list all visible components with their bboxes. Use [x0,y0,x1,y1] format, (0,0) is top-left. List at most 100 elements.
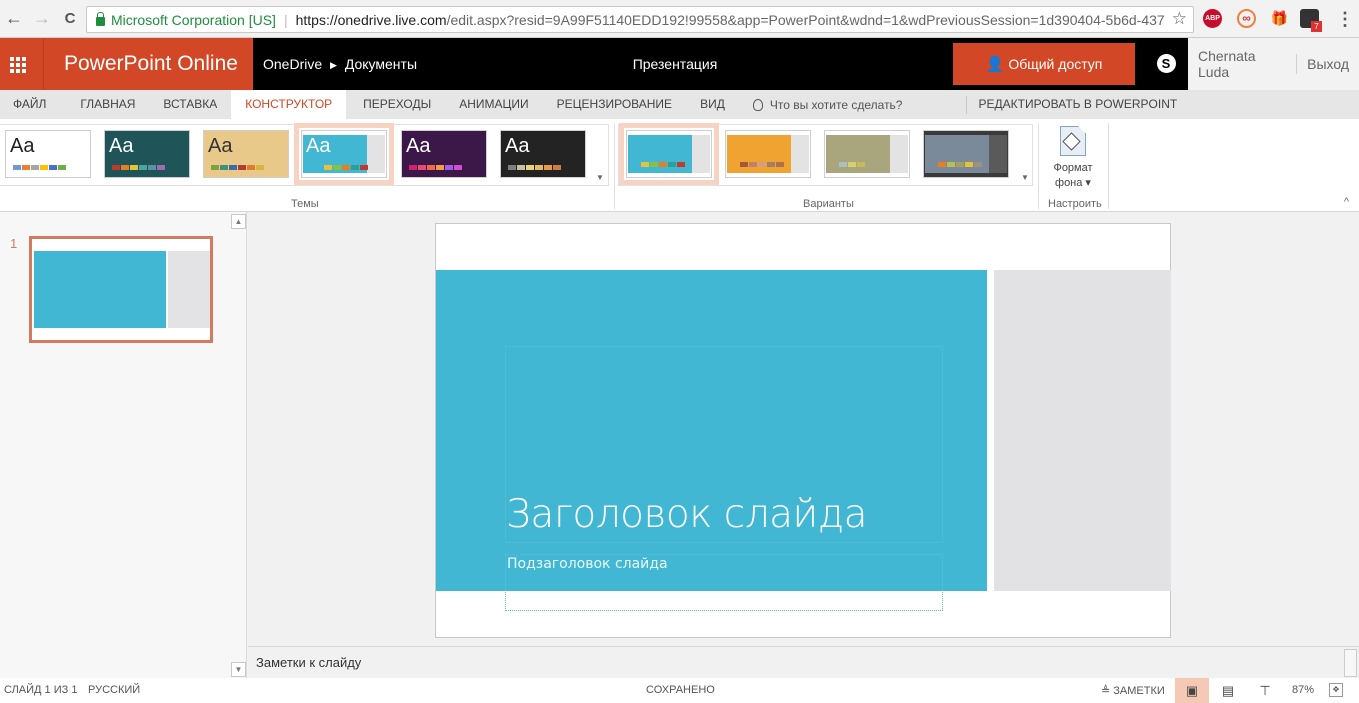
color-swatch [418,165,426,170]
document-title[interactable]: Презентация [560,38,790,90]
format-background-icon [1060,126,1086,156]
browser-menu-icon[interactable]: ⋮ [1336,9,1354,30]
slide-subtitle[interactable]: Подзаголовок слайда [507,556,668,572]
color-swatch [776,162,784,167]
color-swatch [938,162,946,167]
theme-thumbnail[interactable]: Aa [5,130,91,178]
color-swatch [508,165,516,170]
theme-thumbnail[interactable]: Aa [104,130,190,178]
color-swatch [139,165,147,170]
share-button[interactable]: 👤 Общий доступ [953,43,1135,85]
address-separator: | [283,11,288,28]
bookmark-star-icon[interactable]: ☆ [1172,9,1187,29]
infinity-extension-icon[interactable]: ∞ [1237,9,1256,28]
browser-toolbar: ← → C Microsoft Corporation [US] | https… [0,0,1359,38]
theme-sample-text: Aa [505,135,530,157]
theme-sample-text: Aa [306,135,331,157]
tab-transitions[interactable]: ПЕРЕХОДЫ [346,90,445,119]
color-swatch [247,165,255,170]
user-area: Chernata Luda Выход [1188,38,1359,90]
theme-thumbnail[interactable]: Aa [500,130,586,178]
format-background-button[interactable]: Формат фона ▾ [1043,124,1103,191]
normal-view-icon[interactable]: ▣ [1175,678,1209,703]
app-launcher-icon[interactable] [0,38,44,90]
color-swatch [857,162,865,167]
adblock-extension-icon[interactable]: ABP [1203,9,1222,28]
color-swatch [333,165,341,170]
color-swatch [544,165,552,170]
slide-title[interactable]: Заголовок слайда [506,492,868,537]
edit-in-powerpoint-button[interactable]: РЕДАКТИРОВАТЬ В POWERPOINT [967,90,1191,119]
user-name[interactable]: Chernata Luda [1188,48,1296,80]
signout-link[interactable]: Выход [1297,56,1359,72]
tell-me-label: Что вы хотите сделать? [769,97,903,112]
variant-thumbnail[interactable] [725,130,811,178]
variants-more-icon[interactable]: ▼ [1021,173,1029,182]
share-label: Общий доступ [1008,56,1103,72]
color-swatch [839,162,847,167]
color-swatch [427,165,435,170]
theme-thumbnail[interactable]: Aa [294,123,394,185]
tab-design[interactable]: КОНСТРУКТОР [231,90,347,119]
skype-button[interactable]: S [1145,38,1187,90]
tab-insert[interactable]: ВСТАВКА [149,90,231,119]
color-swatch [58,165,66,170]
reload-button[interactable]: C [56,10,84,27]
variant-color-swatches [740,162,784,167]
notes-pane[interactable]: Заметки к слайду [248,646,1359,678]
notes-toggle[interactable]: ≜ ЗАМЕТКИ [1101,684,1165,697]
forward-button[interactable]: → [28,8,56,29]
zoom-level[interactable]: 87% [1292,684,1314,696]
notes-scrollbar[interactable] [1344,649,1357,677]
theme-thumbnail[interactable]: Aa [401,130,487,178]
breadcrumb-arrow-icon: ▶ [330,60,337,70]
breadcrumb-onedrive[interactable]: OneDrive [263,56,322,72]
slide-gray-panel [994,270,1171,591]
secure-label: Microsoft Corporation [US] [111,11,276,28]
gift-extension-icon[interactable]: 🎁 [1270,9,1289,28]
variant-main-panel [925,135,989,173]
fit-to-window-icon[interactable]: ✥ [1329,683,1343,697]
app-name[interactable]: PowerPoint Online [44,38,253,90]
theme-thumbnail[interactable]: Aa [203,130,289,178]
collapse-ribbon-icon[interactable]: ^ [1344,196,1349,208]
slide-thumbnail[interactable] [29,236,213,343]
variants-group-label: Варианты [803,198,854,210]
tab-file[interactable]: ФАЙЛ [0,90,60,119]
theme-sample-text: Aa [10,135,35,157]
notes-placeholder[interactable]: Заметки к слайду [256,655,361,670]
color-swatch [668,162,676,167]
save-status: СОХРАНЕНО [646,684,715,696]
theme-color-swatches [112,165,165,170]
tell-me-search[interactable]: Что вы хотите сделать? [739,98,917,112]
color-swatch [324,165,332,170]
customize-group-label: Настроить [1048,198,1102,210]
breadcrumb-documents[interactable]: Документы [345,56,417,72]
color-swatch [238,165,246,170]
back-button[interactable]: ← [0,8,28,29]
tab-animations[interactable]: АНИМАЦИИ [445,90,542,119]
color-swatch [342,165,350,170]
tab-view[interactable]: ВИД [686,90,739,119]
variant-thumbnail[interactable] [824,130,910,178]
tab-home[interactable]: ГЛАВНАЯ [60,90,149,119]
color-swatch [112,165,120,170]
slide[interactable]: Заголовок слайда Подзаголовок слайда [435,223,1171,638]
theme-preview-side [367,135,385,173]
slides-scroll-down[interactable]: ▼ [231,662,246,677]
variant-thumbnail[interactable] [619,123,719,185]
ribbon-tabs: ФАЙЛ ГЛАВНАЯ ВСТАВКА КОНСТРУКТОР ПЕРЕХОД… [0,90,1359,119]
reading-view-icon[interactable]: ▤ [1211,678,1245,703]
format-background-label-2: фона ▾ [1055,177,1091,189]
variant-main-panel [628,135,692,173]
language[interactable]: РУССКИЙ [88,684,140,696]
tab-review[interactable]: РЕЦЕНЗИРОВАНИЕ [543,90,686,119]
variant-thumbnail[interactable] [923,130,1009,178]
slideshow-view-icon[interactable]: ⊤ [1248,678,1282,703]
color-swatch [677,162,685,167]
address-bar[interactable]: Microsoft Corporation [US] | https://one… [86,6,1194,33]
themes-more-icon[interactable]: ▼ [596,173,604,182]
slides-scroll-up[interactable]: ▲ [231,214,246,229]
color-swatch [974,162,982,167]
theme-sample-text: Aa [208,135,233,157]
